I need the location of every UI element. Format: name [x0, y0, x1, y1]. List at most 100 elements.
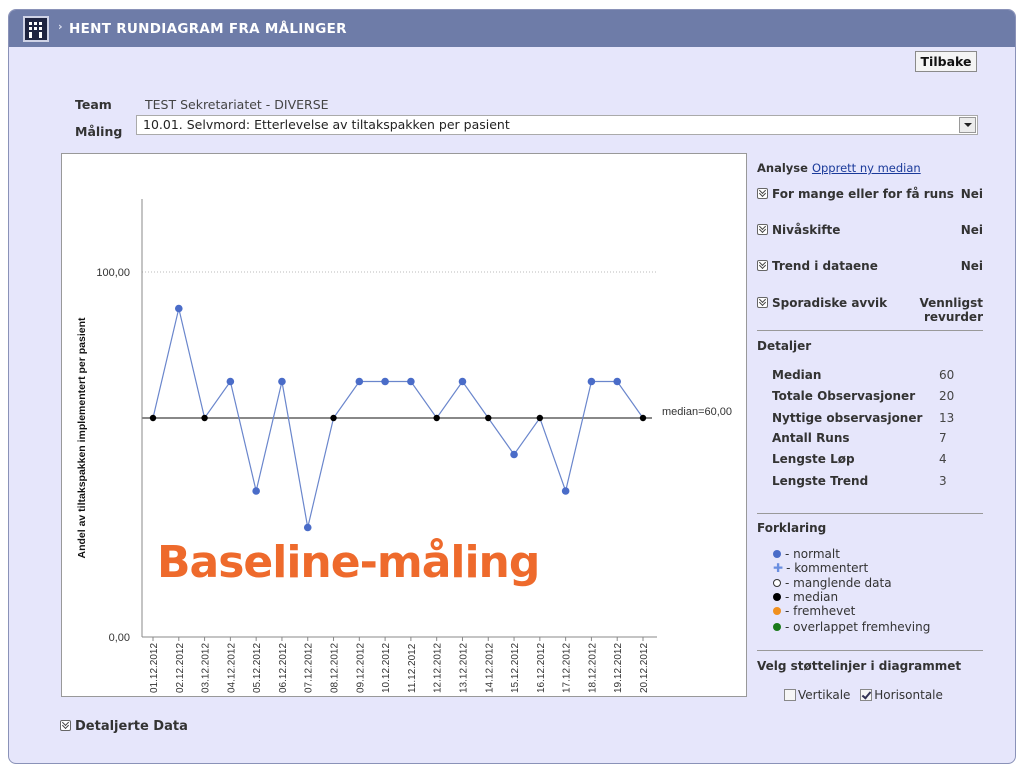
median-dot-icon — [773, 593, 781, 601]
ring-icon — [773, 579, 781, 587]
data-point — [355, 377, 364, 386]
data-point — [407, 377, 415, 386]
details-title: Detaljer — [757, 339, 812, 353]
page-title: HENT RUNDIAGRAM FRA MÅLINGER — [69, 21, 347, 37]
team-value: TEST Sekretariatet - DIVERSE — [145, 97, 329, 112]
legend-item-missing: - manglende data — [773, 576, 892, 590]
analysis-item-label: Nivåskifte — [772, 223, 841, 237]
y-tick-label: 0,00 — [109, 632, 130, 644]
median-data-point — [639, 414, 647, 422]
detail-label: Median — [772, 368, 822, 382]
x-tick-label: 14.12.2012 — [484, 643, 495, 693]
highlight-dot-icon — [773, 607, 781, 615]
data-point — [561, 487, 570, 495]
detail-label: Nyttige observasjoner — [772, 411, 923, 425]
median-data-point — [330, 414, 337, 422]
data-point — [510, 450, 518, 459]
analysis-item[interactable]: Trend i dataene Nei — [757, 259, 983, 273]
detail-value: 3 — [939, 474, 947, 488]
data-point — [381, 377, 389, 386]
legend-item-overlap: - overlappet fremheving — [773, 620, 930, 634]
x-tick-label: 01.12.2012 — [149, 643, 160, 693]
median-label: median=60,00 — [662, 406, 732, 418]
run-chart: 0,00 100,00 Andel av tiltakspakken impleme… — [61, 153, 747, 697]
x-tick-label: 19.12.2012 — [613, 643, 624, 693]
analysis-item-value: Vennligst revurder — [919, 296, 983, 324]
expand-chevron-icon[interactable] — [757, 260, 768, 271]
data-point — [303, 523, 312, 532]
median-data-point — [536, 414, 544, 422]
x-tick-label: 02.12.2012 — [175, 643, 186, 693]
x-tick-label: 20.12.2012 — [639, 643, 650, 693]
back-button[interactable]: Tilbake — [915, 51, 977, 72]
data-point — [252, 487, 260, 495]
baseline-overlay-text: Baseline-måling — [157, 537, 540, 588]
median-data-point — [485, 414, 492, 422]
x-tick-label: 04.12.2012 — [226, 643, 237, 693]
x-tick-label: 06.12.2012 — [278, 643, 289, 693]
expand-chevron-icon[interactable] — [757, 224, 768, 235]
plus-icon: ✚ — [773, 561, 784, 575]
analysis-item-value: Nei — [960, 259, 983, 273]
divider — [757, 513, 983, 514]
dropdown-arrow-icon[interactable] — [959, 117, 976, 133]
y-axis-label: Andel av tiltakspakken implementert per … — [76, 317, 88, 559]
data-point — [174, 304, 183, 313]
support-lines-options: Vertikale Horisontale — [784, 688, 943, 702]
x-tick-label: 05.12.2012 — [252, 643, 263, 693]
analysis-item[interactable]: Nivåskifte Nei — [757, 223, 983, 237]
x-tick-label: 17.12.2012 — [562, 643, 573, 693]
median-data-point — [149, 414, 157, 422]
x-tick-label: 07.12.2012 — [304, 643, 315, 693]
analysis-item-value: Nei — [960, 223, 983, 237]
data-point — [226, 377, 235, 386]
measure-select[interactable]: 10.01. Selvmord: Etterlevelse av tiltaks… — [136, 115, 978, 135]
vertical-checkbox[interactable] — [784, 689, 796, 701]
x-tick-label: 13.12.2012 — [458, 643, 469, 693]
x-tick-label: 12.12.2012 — [433, 643, 444, 693]
x-tick-label: 11.12.2012 — [407, 643, 418, 693]
analysis-header: Analyse Opprett ny median — [757, 161, 983, 175]
detail-label: Antall Runs — [772, 431, 850, 445]
analysis-item[interactable]: Sporadiske avvik Vennligst revurder — [757, 296, 983, 324]
data-point — [587, 377, 596, 386]
x-tick-label: 15.12.2012 — [510, 643, 521, 693]
overlap-dot-icon — [773, 623, 781, 631]
median-data-point — [201, 414, 208, 422]
detail-value: 20 — [939, 389, 955, 403]
x-tick-label: 09.12.2012 — [355, 643, 366, 693]
divider — [757, 330, 983, 331]
x-tick-label: 10.12.2012 — [381, 643, 392, 693]
data-point — [278, 377, 286, 386]
detail-label: Totale Observasjoner — [772, 389, 916, 403]
expand-chevron-icon[interactable] — [60, 720, 71, 731]
horizontal-checkbox[interactable] — [860, 689, 873, 701]
legend-item-highlighted: - fremhevet — [773, 604, 855, 618]
legend-title: Forklaring — [757, 521, 827, 535]
support-lines-title: Velg støttelinjer i diagrammet — [757, 659, 962, 673]
detail-value: 60 — [939, 368, 955, 382]
detailed-data-label: Detaljerte Data — [75, 719, 188, 734]
detail-value: 13 — [939, 411, 955, 425]
x-tick-label: 03.12.2012 — [201, 643, 212, 693]
analysis-item-value: Nei — [960, 187, 983, 201]
data-point — [458, 377, 467, 386]
detail-label: Lengste Løp — [772, 452, 855, 466]
analysis-item-label: Sporadiske avvik — [772, 296, 888, 310]
expand-chevron-icon[interactable] — [757, 297, 768, 308]
measure-select-value: 10.01. Selvmord: Etterlevelse av tiltaks… — [143, 117, 510, 132]
x-tick-label: 18.12.2012 — [587, 643, 598, 693]
breadcrumb-arrow-icon: › — [58, 20, 63, 33]
create-median-link[interactable]: Opprett ny median — [812, 161, 921, 175]
detailed-data-toggle[interactable]: Detaljerte Data — [60, 719, 188, 734]
expand-chevron-icon[interactable] — [757, 188, 768, 199]
divider — [757, 650, 983, 651]
analysis-label: Analyse — [757, 161, 808, 175]
title-bar: › HENT RUNDIAGRAM FRA MÅLINGER — [9, 10, 1015, 47]
y-tick-label: 100,00 — [96, 267, 130, 279]
measure-label: Måling — [75, 124, 123, 139]
analysis-item[interactable]: For mange eller for få runs Nei — [757, 187, 983, 201]
run-chart-svg: 0,00 100,00 Andel av tiltakspakken impleme… — [76, 199, 732, 693]
building-icon — [23, 16, 49, 42]
x-tick-label: 16.12.2012 — [536, 643, 547, 693]
